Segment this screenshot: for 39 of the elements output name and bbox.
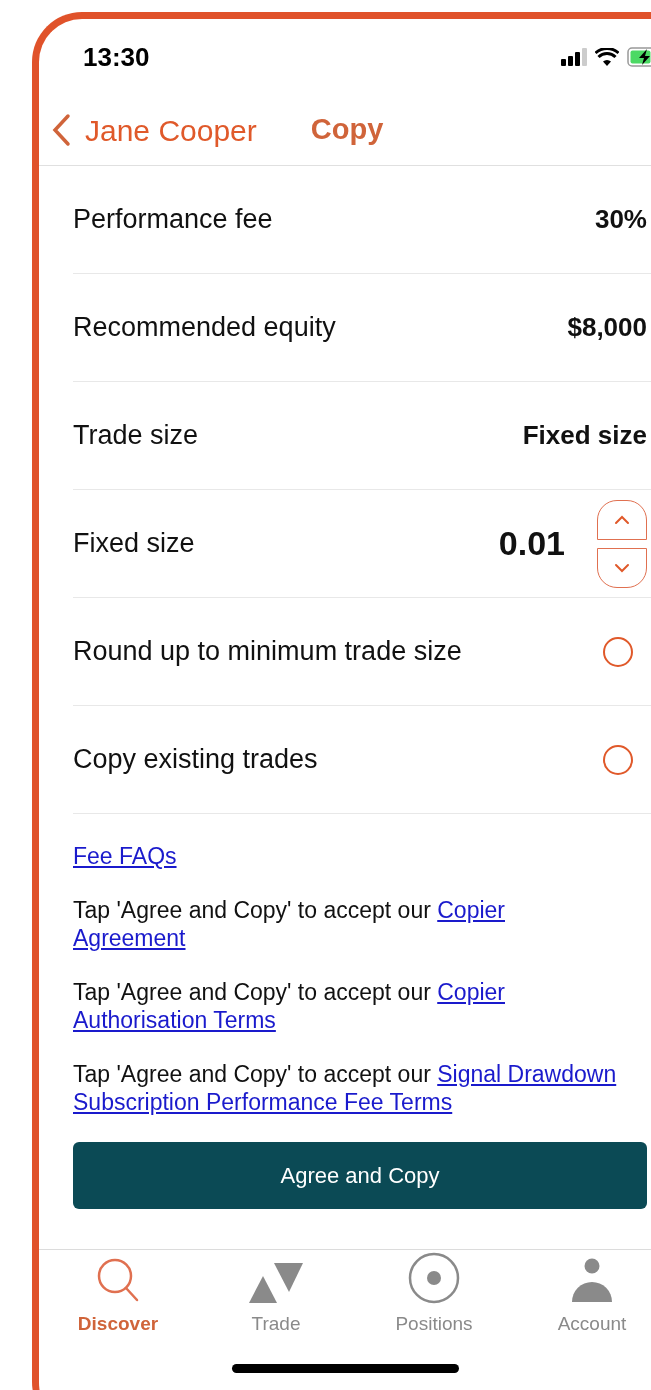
agree-and-copy-button[interactable]: Agree and Copy bbox=[73, 1142, 647, 1209]
radio-button[interactable] bbox=[603, 744, 633, 775]
radio-button[interactable] bbox=[603, 636, 633, 667]
target-icon bbox=[408, 1251, 460, 1304]
row-label: Fixed size bbox=[73, 527, 195, 561]
row-label: Recommended equity bbox=[73, 311, 336, 345]
terms-link[interactable]: Subscription Performance Fee Terms bbox=[73, 1089, 453, 1115]
back-button[interactable]: Jane Cooper bbox=[51, 107, 257, 153]
page-title: Copy bbox=[310, 112, 384, 148]
row-label: Trade size bbox=[73, 419, 199, 453]
row-label: Round up to minimum trade size bbox=[73, 635, 462, 669]
chevron-left-icon bbox=[51, 113, 71, 147]
terms-link[interactable]: Authorisation Terms bbox=[73, 1007, 276, 1033]
terms-text: Tap 'Agree and Copy' to accept our Copier Agreement bbox=[73, 896, 506, 952]
chevron-down-icon bbox=[614, 562, 630, 573]
terms-text: Tap 'Agree and Copy' to accept our Signal Drawdown Subscription Performance Fee Terms bbox=[73, 1060, 618, 1116]
person-icon bbox=[571, 1257, 613, 1304]
triangles-icon bbox=[247, 1261, 305, 1304]
signal-icon bbox=[561, 48, 587, 66]
tab-bar-item[interactable]: Account bbox=[513, 1250, 651, 1342]
row-label: Copy existing trades bbox=[73, 743, 318, 777]
row-value: Fixed size bbox=[522, 419, 647, 452]
tab-bar-item[interactable]: Positions bbox=[355, 1250, 513, 1342]
increment-button[interactable] bbox=[597, 499, 647, 540]
row-label: Performance fee bbox=[73, 203, 273, 237]
terms-link[interactable]: Agreement bbox=[73, 925, 186, 951]
terms-link[interactable]: Copier bbox=[437, 979, 505, 1005]
tab-bar-item[interactable]: Discover bbox=[39, 1250, 197, 1342]
decrement-button[interactable] bbox=[597, 547, 647, 588]
terms-text: Tap 'Agree and Copy' to accept our Copier Authorisation Terms bbox=[73, 978, 506, 1034]
wifi-icon bbox=[595, 48, 619, 66]
status-time: 13:30 bbox=[83, 40, 150, 74]
row-value: $8,000 bbox=[567, 311, 647, 344]
row-value: 30% bbox=[594, 203, 647, 236]
fee-faqs-link[interactable]: Fee FAQs bbox=[73, 842, 177, 870]
chevron-up-icon bbox=[614, 514, 630, 525]
terms-link[interactable]: Copier bbox=[437, 897, 505, 923]
terms-link[interactable]: Signal Drawdown bbox=[437, 1061, 617, 1087]
size-value: 0.01 bbox=[498, 523, 565, 564]
